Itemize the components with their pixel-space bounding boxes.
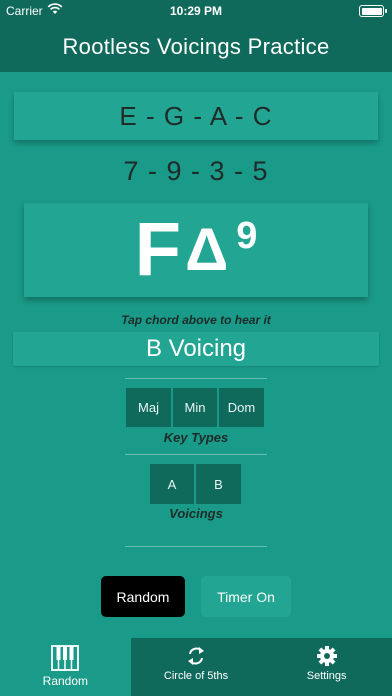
divider — [125, 454, 267, 455]
refresh-icon — [188, 647, 204, 665]
divider — [125, 546, 267, 547]
voicing-display: B Voicing — [13, 332, 379, 366]
notes-display: E - G - A - C — [14, 92, 378, 140]
tab-circle-of-5ths[interactable]: Circle of 5ths — [131, 638, 262, 696]
key-types-label: Key Types — [163, 430, 229, 445]
divider — [125, 378, 267, 379]
chord-quality: Δ — [185, 216, 229, 283]
voicing-option-a[interactable]: A — [150, 464, 194, 504]
tab-circle-label: Circle of 5ths — [163, 670, 229, 682]
voicing-option-b[interactable]: B — [196, 464, 241, 504]
key-type-dom[interactable]: Dom — [219, 388, 264, 427]
nav-bar: Rootless Voicings Practice — [0, 22, 392, 72]
status-bar: Carrier 10:29 PM — [0, 0, 392, 22]
chord-extension: 9 — [236, 215, 258, 257]
tab-random[interactable]: Random — [0, 638, 131, 696]
tab-settings[interactable]: Settings — [261, 638, 392, 696]
tab-bar: Random Circle of 5ths Settings — [0, 638, 392, 696]
chord-root: F — [134, 207, 182, 292]
tab-random-label: Random — [42, 674, 89, 688]
page-title: Rootless Voicings Practice — [62, 34, 330, 59]
notes-text: E - G - A - C — [119, 100, 273, 131]
random-button-label: Random — [116, 588, 170, 605]
battery-icon — [359, 5, 387, 17]
voicings-segmented: A B — [150, 464, 241, 504]
key-type-min[interactable]: Min — [173, 388, 217, 427]
timer-button-label: Timer On — [217, 588, 275, 605]
chord-button[interactable]: F Δ 9 — [24, 203, 368, 297]
timer-button[interactable]: Timer On — [201, 576, 291, 617]
hint-text: Tap chord above to hear it — [121, 313, 271, 327]
voicing-text: B Voicing — [145, 335, 247, 362]
key-type-maj[interactable]: Maj — [126, 388, 171, 427]
status-time: 10:29 PM — [169, 4, 223, 18]
voicings-label: Voicings — [169, 506, 223, 521]
piano-icon — [51, 645, 80, 671]
intervals-text: 7 - 9 - 3 - 5 — [123, 156, 269, 186]
tab-settings-label: Settings — [306, 670, 347, 682]
random-button[interactable]: Random — [101, 576, 185, 617]
gear-icon — [316, 646, 337, 666]
key-types-segmented: Maj Min Dom — [126, 388, 264, 427]
